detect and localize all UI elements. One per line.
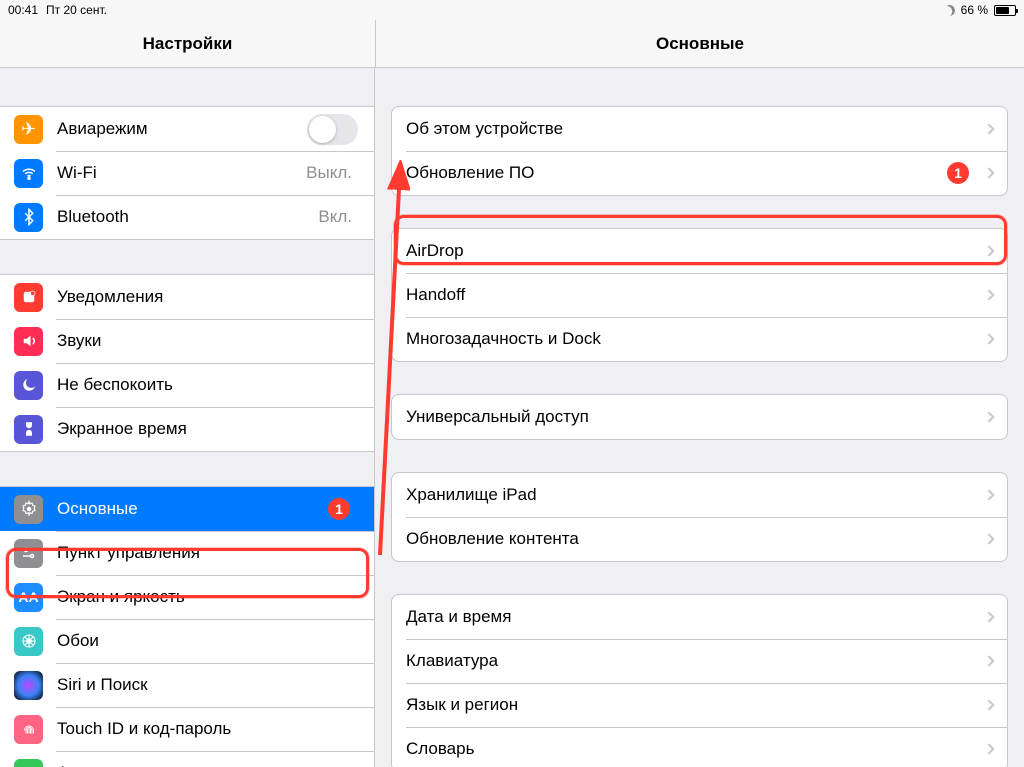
sidebar-item-touchid[interactable]: Touch ID и код-пароль xyxy=(0,707,374,751)
chevron-right-icon xyxy=(983,699,994,710)
sidebar-item-label: Экран и яркость xyxy=(57,587,358,607)
row-label: Словарь xyxy=(406,739,977,759)
sidebar-item-label: Пункт управления xyxy=(57,543,358,563)
settings-sidebar: ✈︎ Авиарежим Wi-Fi Выкл. Bluetooth Вкл. … xyxy=(0,68,375,767)
chevron-right-icon xyxy=(983,245,994,256)
row-datetime[interactable]: Дата и время xyxy=(392,595,1007,639)
sidebar-item-display[interactable]: AA Экран и яркость xyxy=(0,575,374,619)
dnd-moon-icon xyxy=(942,3,956,17)
row-label: Об этом устройстве xyxy=(406,119,977,139)
status-time: 00:41 xyxy=(8,3,38,17)
display-icon: AA xyxy=(14,583,43,612)
sidebar-item-battery[interactable]: Аккумулятор xyxy=(0,751,374,767)
gear-icon xyxy=(14,495,43,524)
wifi-value: Выкл. xyxy=(306,163,352,183)
row-accessibility[interactable]: Универсальный доступ xyxy=(392,395,1007,439)
row-storage[interactable]: Хранилище iPad xyxy=(392,473,1007,517)
sounds-icon xyxy=(14,327,43,356)
row-airdrop[interactable]: AirDrop xyxy=(392,229,1007,273)
wifi-icon xyxy=(14,159,43,188)
row-software-update[interactable]: Обновление ПО 1 xyxy=(392,151,1007,195)
sidebar-item-wifi[interactable]: Wi-Fi Выкл. xyxy=(0,151,374,195)
status-bar: 00:41 Пт 20 сент. 66 % xyxy=(0,0,1024,20)
airplane-toggle[interactable] xyxy=(307,114,358,145)
battery-menu-icon xyxy=(14,759,43,767)
siri-icon xyxy=(14,671,43,700)
control-center-icon xyxy=(14,539,43,568)
chevron-right-icon xyxy=(983,411,994,422)
touchid-icon xyxy=(14,715,43,744)
main-title: Основные xyxy=(376,20,1024,67)
dnd-icon xyxy=(14,371,43,400)
chevron-right-icon xyxy=(983,167,994,178)
row-label: Многозадачность и Dock xyxy=(406,329,977,349)
sidebar-item-wallpaper[interactable]: Обои xyxy=(0,619,374,663)
row-label: AirDrop xyxy=(406,241,977,261)
chevron-right-icon xyxy=(983,533,994,544)
sidebar-item-label: Bluetooth xyxy=(57,207,318,227)
airplane-icon: ✈︎ xyxy=(14,115,43,144)
row-label: Обновление ПО xyxy=(406,163,947,183)
chevron-right-icon xyxy=(983,289,994,300)
chevron-right-icon xyxy=(983,743,994,754)
update-badge: 1 xyxy=(947,162,969,184)
sidebar-item-airplane[interactable]: ✈︎ Авиарежим xyxy=(0,107,374,151)
sidebar-item-bluetooth[interactable]: Bluetooth Вкл. xyxy=(0,195,374,239)
sidebar-item-screentime[interactable]: Экранное время xyxy=(0,407,374,451)
chevron-right-icon xyxy=(983,489,994,500)
sidebar-item-label: Уведомления xyxy=(57,287,358,307)
sidebar-item-label: Обои xyxy=(57,631,358,651)
sidebar-item-label: Не беспокоить xyxy=(57,375,358,395)
wallpaper-icon xyxy=(14,627,43,656)
row-language[interactable]: Язык и регион xyxy=(392,683,1007,727)
sidebar-item-label: Wi-Fi xyxy=(57,163,306,183)
sidebar-item-label: Авиарежим xyxy=(57,119,307,139)
sidebar-item-label: Аккумулятор xyxy=(57,763,358,767)
row-dictionary[interactable]: Словарь xyxy=(392,727,1007,767)
chevron-right-icon xyxy=(983,655,994,666)
row-label: Handoff xyxy=(406,285,977,305)
chevron-right-icon xyxy=(983,123,994,134)
general-settings-panel: Об этом устройстве Обновление ПО 1 AirDr… xyxy=(375,68,1024,767)
row-keyboard[interactable]: Клавиатура xyxy=(392,639,1007,683)
nav-titles: Настройки Основные xyxy=(0,20,1024,68)
chevron-right-icon xyxy=(983,333,994,344)
battery-icon xyxy=(994,5,1016,16)
row-about[interactable]: Об этом устройстве xyxy=(392,107,1007,151)
sidebar-item-label: Экранное время xyxy=(57,419,358,439)
row-label: Универсальный доступ xyxy=(406,407,977,427)
chevron-right-icon xyxy=(983,611,994,622)
row-multitasking[interactable]: Многозадачность и Dock xyxy=(392,317,1007,361)
sidebar-item-notifications[interactable]: Уведомления xyxy=(0,275,374,319)
sidebar-item-control-center[interactable]: Пункт управления xyxy=(0,531,374,575)
bluetooth-value: Вкл. xyxy=(318,207,352,227)
bluetooth-icon xyxy=(14,203,43,232)
battery-percent: 66 % xyxy=(961,3,988,17)
row-handoff[interactable]: Handoff xyxy=(392,273,1007,317)
sidebar-item-label: Siri и Поиск xyxy=(57,675,358,695)
sidebar-item-sounds[interactable]: Звуки xyxy=(0,319,374,363)
sidebar-item-siri[interactable]: Siri и Поиск xyxy=(0,663,374,707)
sidebar-item-label: Основные xyxy=(57,499,328,519)
row-label: Обновление контента xyxy=(406,529,977,549)
row-label: Дата и время xyxy=(406,607,977,627)
sidebar-item-dnd[interactable]: Не беспокоить xyxy=(0,363,374,407)
row-bg-refresh[interactable]: Обновление контента xyxy=(392,517,1007,561)
sidebar-item-label: Звуки xyxy=(57,331,358,351)
row-label: Язык и регион xyxy=(406,695,977,715)
screentime-icon xyxy=(14,415,43,444)
sidebar-item-label: Touch ID и код-пароль xyxy=(57,719,358,739)
row-label: Клавиатура xyxy=(406,651,977,671)
general-badge: 1 xyxy=(328,498,350,520)
row-label: Хранилище iPad xyxy=(406,485,977,505)
sidebar-item-general[interactable]: Основные 1 xyxy=(0,487,374,531)
sidebar-title: Настройки xyxy=(0,20,375,67)
notifications-icon xyxy=(14,283,43,312)
status-date: Пт 20 сент. xyxy=(46,3,107,17)
